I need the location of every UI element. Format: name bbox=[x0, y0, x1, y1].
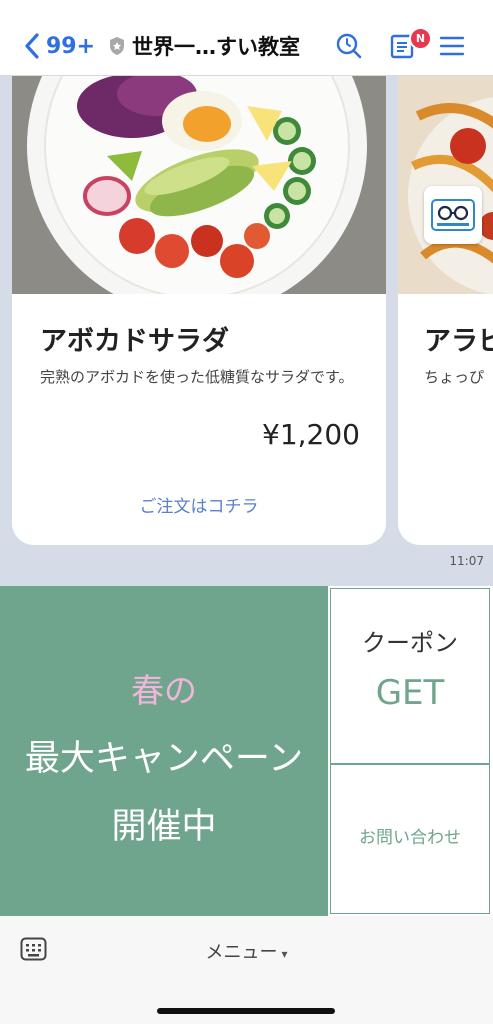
search-icon[interactable] bbox=[335, 32, 363, 60]
unread-count: 99+ bbox=[46, 33, 96, 59]
order-link[interactable]: ご注文はコチラ bbox=[12, 492, 386, 517]
back-button[interactable]: 99+ bbox=[24, 32, 95, 60]
home-indicator bbox=[157, 1008, 335, 1014]
message-timestamp: 11:07 bbox=[449, 554, 484, 568]
card-price: ¥1,200 bbox=[262, 418, 360, 451]
coupon-label: クーポン bbox=[362, 629, 458, 657]
chat-area[interactable]: アボカドサラダ 完熟のアボカドを使った低糖質なサラダです。 ¥1,200 ご注文… bbox=[0, 76, 493, 586]
card-title-2: アラビ bbox=[424, 326, 493, 357]
campaign-line-3: 開催中 bbox=[111, 807, 217, 847]
pasta-image bbox=[398, 76, 493, 294]
chat-title: 世界一…すい教室 bbox=[132, 35, 300, 59]
menu-toggle[interactable]: メニュー ▾ bbox=[0, 938, 493, 964]
chat-header: 99+ 世界一…すい教室 N bbox=[0, 0, 493, 76]
campaign-line-2: 最大キャンペーン bbox=[24, 739, 304, 779]
salad-image bbox=[12, 76, 386, 294]
back-chevron-icon bbox=[25, 33, 39, 59]
card-description: 完熟のアボカドを使った低糖質なサラダです。 bbox=[40, 368, 354, 386]
card-description-2: ちょっぴ bbox=[424, 368, 485, 386]
product-card-2[interactable]: アラビ ちょっぴ bbox=[398, 76, 493, 545]
menu-label: メニュー bbox=[205, 942, 278, 963]
campaign-line-1: 春の bbox=[131, 671, 197, 710]
product-card[interactable]: アボカドサラダ 完熟のアボカドを使った低糖質なサラダです。 ¥1,200 ご注文… bbox=[12, 76, 386, 545]
caret-down-icon: ▾ bbox=[281, 947, 288, 961]
campaign-banner[interactable]: 春の 最大キャンペーン 開催中 bbox=[0, 586, 328, 916]
shield-icon bbox=[110, 37, 124, 55]
contact-button[interactable]: お問い合わせ bbox=[330, 764, 490, 914]
bottom-bar: メニュー ▾ bbox=[0, 916, 493, 1024]
coupon-button[interactable]: クーポン GET bbox=[330, 588, 490, 764]
card-title: アボカドサラダ bbox=[40, 326, 229, 357]
contact-label: お問い合わせ bbox=[359, 828, 461, 848]
coupon-get-label: GET bbox=[375, 673, 445, 713]
notification-badge: N bbox=[409, 27, 432, 50]
menu-icon[interactable] bbox=[438, 32, 466, 60]
shop-logo bbox=[424, 186, 482, 244]
rich-menu: 春の 最大キャンペーン 開催中 クーポン GET お問い合わせ bbox=[0, 586, 493, 916]
